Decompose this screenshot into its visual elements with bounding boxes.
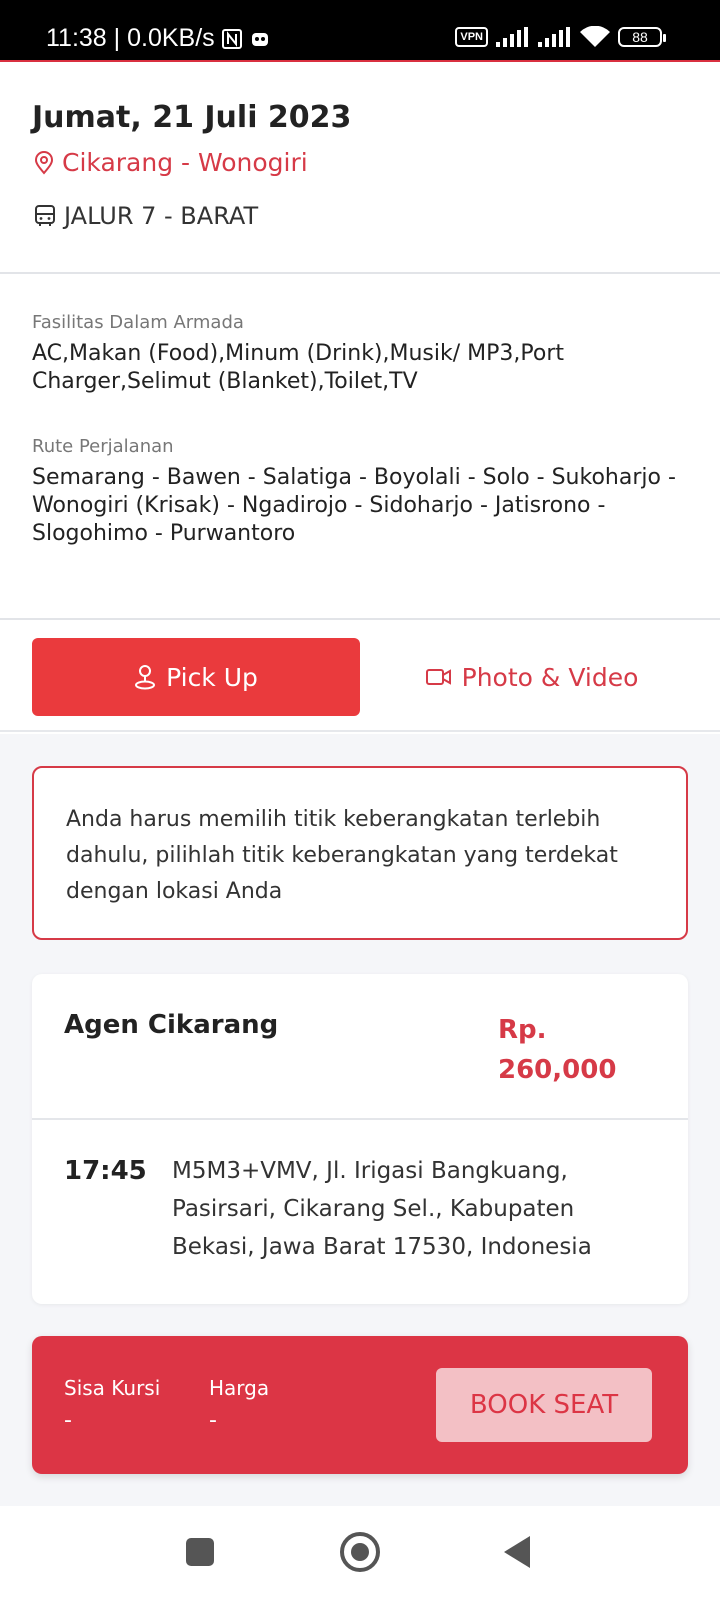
trip-jalur-label: JALUR 7 - BARAT — [64, 202, 259, 230]
seats-value: - — [64, 1408, 72, 1433]
bus-icon — [35, 205, 55, 226]
trip-jalur: JALUR 7 - BARAT — [34, 202, 258, 230]
wifi-icon — [580, 26, 610, 48]
notice-box: Anda harus memilih titik keberangkatan t… — [32, 766, 688, 940]
book-seat-button[interactable]: BOOK SEAT — [436, 1368, 652, 1442]
signal-icon — [538, 27, 572, 47]
trip-route: Cikarang - Wonogiri — [34, 148, 308, 177]
trip-date: Jumat, 21 Juli 2023 — [32, 100, 352, 135]
video-camera-icon — [425, 669, 451, 685]
facilities-value: AC,Makan (Food),Minum (Drink),Musik/ MP3… — [32, 341, 565, 394]
facilities-label: Fasilitas Dalam Armada — [32, 312, 244, 333]
status-time: 11:38 | 0.0KB/s — [46, 24, 215, 52]
home-icon[interactable] — [340, 1532, 380, 1572]
main-content: Anda harus memilih titik keberangkatan t… — [0, 734, 720, 1506]
agent-card[interactable]: Agen Cikarang Rp. 260,000 17:45 M5M3+VMV… — [32, 974, 688, 1304]
tab-bar: Pick Up Photo & Video — [0, 620, 720, 732]
back-icon[interactable] — [504, 1536, 530, 1568]
price-value: - — [209, 1408, 217, 1433]
vpn-icon: VPN — [455, 27, 488, 47]
seats-label: Sisa Kursi — [64, 1376, 161, 1400]
pickup-person-icon — [135, 665, 156, 690]
booking-bar: Sisa Kursi - Harga - BOOK SEAT — [32, 1336, 688, 1474]
tab-photo-video-label: Photo & Video — [461, 662, 639, 692]
tab-pickup[interactable]: Pick Up — [32, 638, 360, 716]
nfc-icon — [221, 28, 243, 50]
trip-route-label: Cikarang - Wonogiri — [62, 148, 308, 177]
notification-icon — [249, 28, 271, 50]
status-left: 11:38 | 0.0KB/s — [46, 24, 271, 53]
agent-address: M5M3+VMV, Jl. Irigasi Bangkuang, Pasirsa… — [172, 1158, 592, 1260]
tab-photo-video[interactable]: Photo & Video — [376, 638, 688, 716]
route-label: Rute Perjalanan — [32, 436, 174, 457]
signal-icon — [496, 27, 530, 47]
agent-price: Rp. 260,000 — [498, 1015, 617, 1085]
status-right: VPN 88 — [455, 26, 666, 48]
recent-apps-icon[interactable] — [186, 1538, 214, 1566]
route-value: Semarang - Bawen - Salatiga - Boyolali -… — [32, 465, 676, 546]
departure-time: 17:45 — [64, 1156, 147, 1186]
battery-icon: 88 — [618, 27, 666, 47]
divider — [32, 1118, 688, 1120]
status-bar: 11:38 | 0.0KB/s VPN 88 — [0, 0, 720, 60]
trip-header: Jumat, 21 Juli 2023 Cikarang - Wonogiri … — [0, 62, 720, 274]
trip-info: Fasilitas Dalam Armada AC,Makan (Food),M… — [0, 274, 720, 620]
location-pin-icon — [34, 150, 54, 175]
agent-name: Agen Cikarang — [64, 1010, 279, 1040]
tab-pickup-label: Pick Up — [166, 662, 258, 692]
system-nav-bar — [0, 1506, 720, 1600]
price-label: Harga — [209, 1376, 270, 1400]
